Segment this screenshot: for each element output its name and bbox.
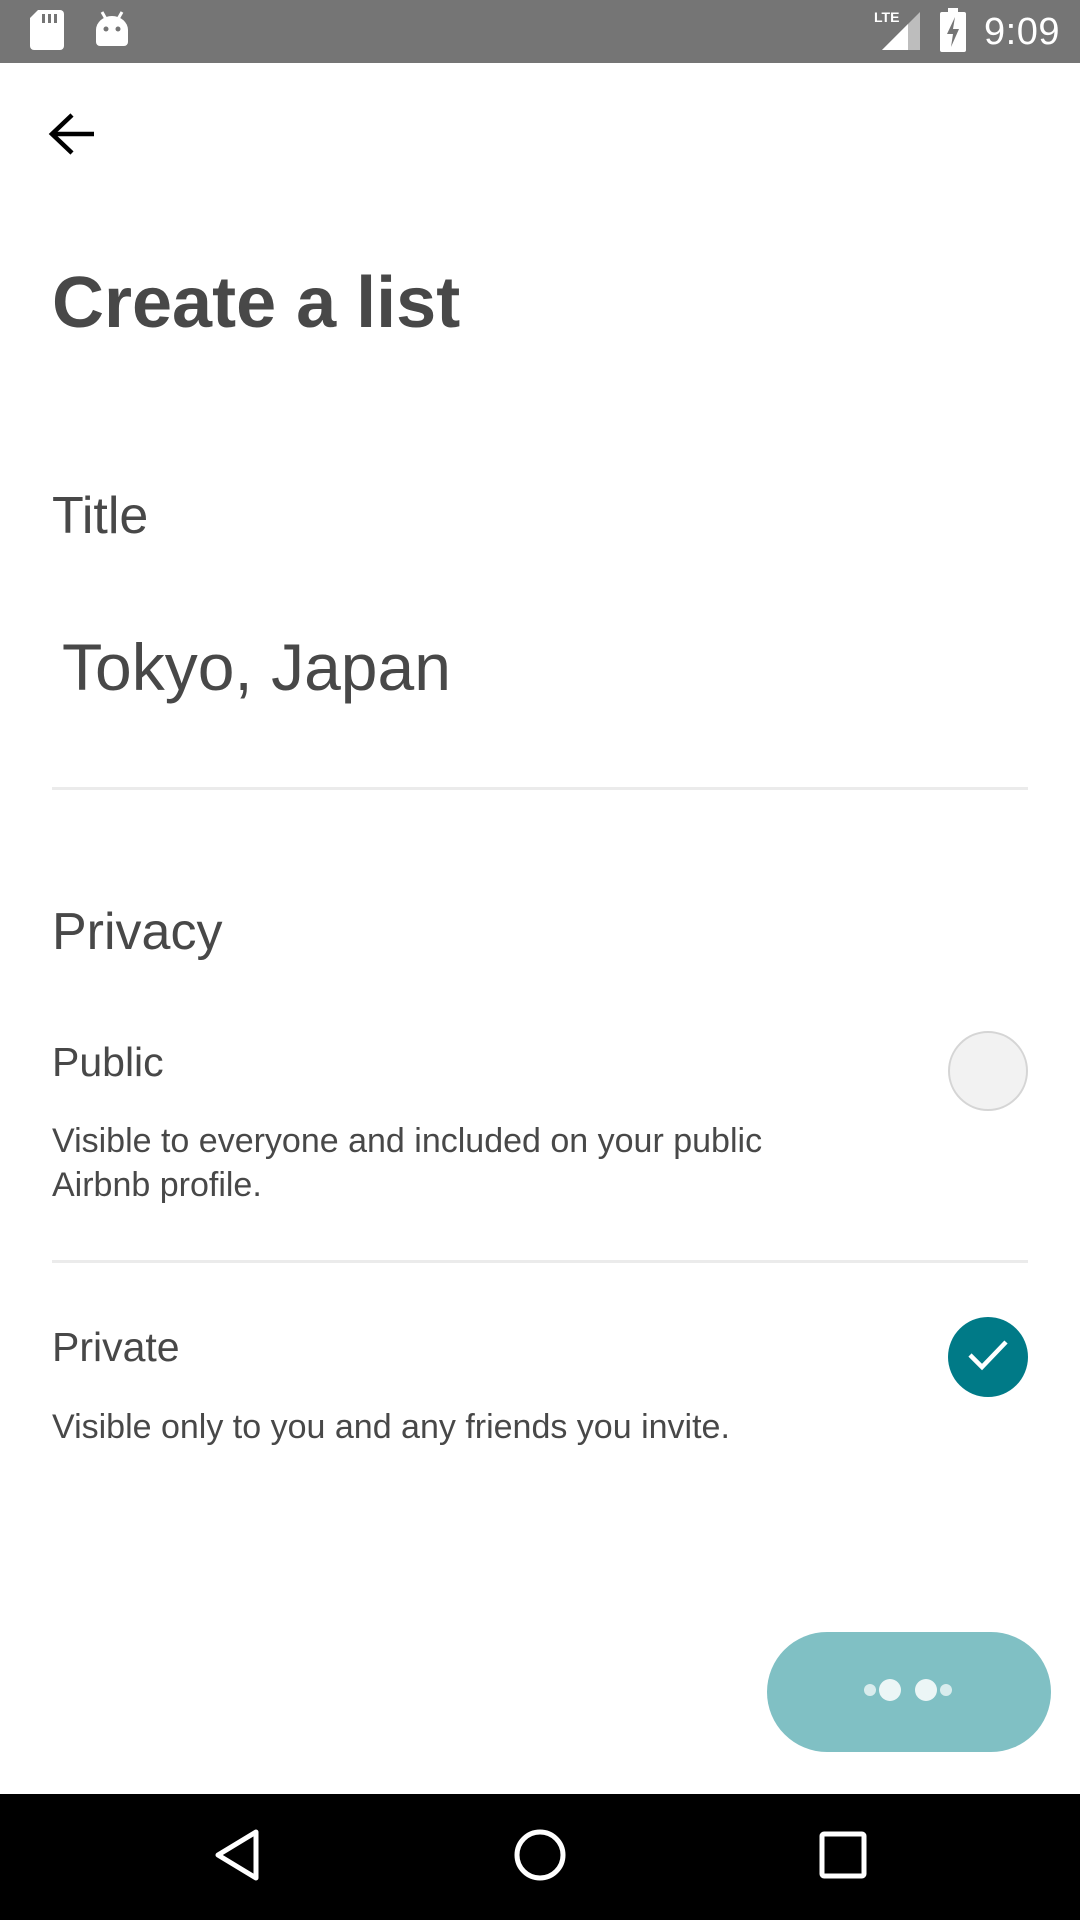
battery-charging-icon: [940, 8, 967, 57]
next-button[interactable]: [767, 1632, 1051, 1752]
system-nav-bar: [0, 1794, 1080, 1920]
android-icon: [94, 10, 130, 55]
public-option-label: Public: [52, 1039, 164, 1085]
recents-square-icon: [818, 1830, 868, 1885]
page-title: Create a list: [52, 263, 461, 343]
title-input[interactable]: Tokyo, Japan: [52, 622, 1028, 712]
create-list-screen: LTE 9:09 Create a list Title Tokyo, Japa…: [0, 0, 1080, 1920]
svg-text:LTE: LTE: [874, 9, 899, 25]
public-radio[interactable]: [948, 1031, 1028, 1111]
lte-signal-icon: LTE: [874, 8, 922, 57]
private-option-label: Private: [52, 1324, 180, 1370]
sd-card-icon: [30, 10, 64, 55]
nav-back-button[interactable]: [202, 1824, 272, 1890]
public-option-description: Visible to everyone and included on your…: [52, 1122, 763, 1204]
privacy-divider: [52, 1260, 1028, 1263]
back-triangle-icon: [212, 1828, 262, 1887]
private-option-description: Visible only to you and any friends you …: [52, 1408, 730, 1446]
nav-home-button[interactable]: [505, 1824, 575, 1890]
status-bar: LTE 9:09: [0, 0, 1080, 63]
home-circle-icon: [513, 1828, 567, 1887]
nav-recents-button[interactable]: [808, 1824, 878, 1890]
arrow-left-icon: [48, 112, 98, 161]
loading-dots-icon: [864, 1677, 954, 1708]
checkmark-icon: [967, 1338, 1009, 1377]
back-button[interactable]: [38, 105, 108, 167]
title-divider: [52, 787, 1028, 790]
privacy-label: Privacy: [52, 903, 223, 961]
title-label: Title: [52, 487, 149, 545]
status-time: 9:09: [984, 11, 1060, 53]
private-radio[interactable]: [948, 1317, 1028, 1397]
